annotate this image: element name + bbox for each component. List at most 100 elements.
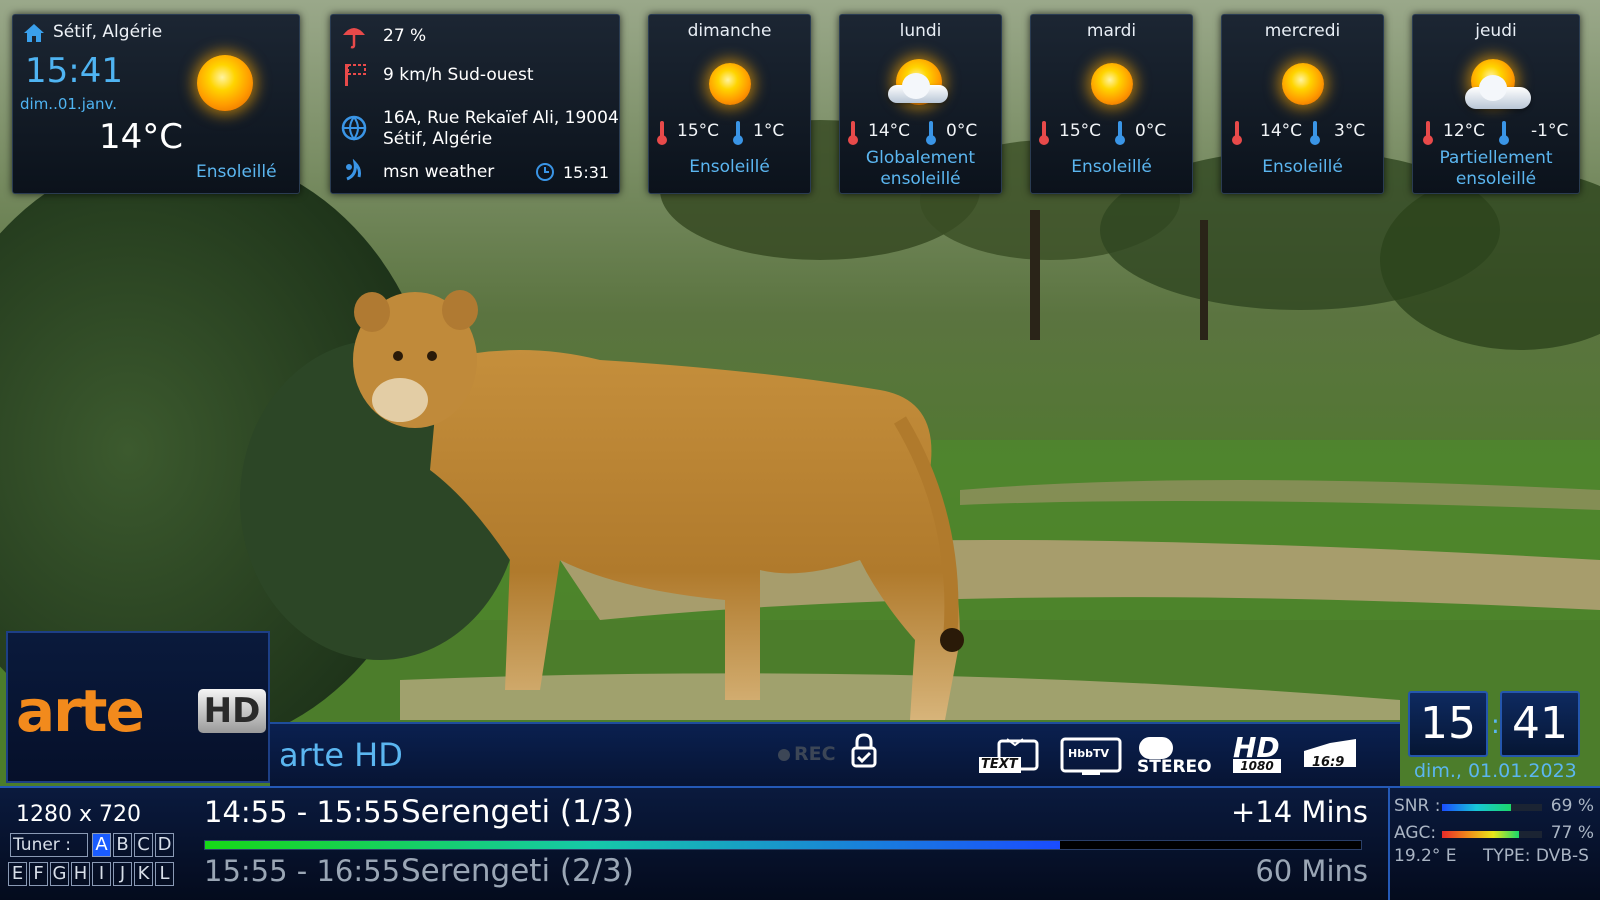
- tuner-a: A: [92, 833, 111, 857]
- hbbtv-icon: HbbTV: [1060, 737, 1122, 777]
- snr-value: 69 %: [1550, 796, 1594, 816]
- hd-1080-icon: HD 1080: [1229, 731, 1285, 777]
- tuner-l: L: [155, 862, 174, 886]
- teletext-label: TEXT: [981, 757, 1018, 772]
- current-weather-panel: Sétif, Algérie 15:41 dim..01.janv. 14°C …: [12, 14, 300, 194]
- wind-value: 9 km/h Sud-ouest: [383, 65, 534, 85]
- wind-flag-icon: [343, 62, 367, 92]
- forecast-high: 14°C: [1260, 121, 1303, 141]
- location-label: Sétif, Algérie: [53, 22, 163, 42]
- address-line-2: Sétif, Algérie: [383, 129, 493, 149]
- forecast-low: 1°C: [753, 121, 785, 141]
- forecast-day: mercredi 14°C 3°C Ensoleillé: [1221, 14, 1384, 194]
- agc-label: AGC:: [1394, 823, 1437, 843]
- snr-label: SNR :: [1394, 796, 1441, 816]
- address-line-1: 16A, Rue Rekaïef Ali, 19004: [383, 108, 619, 128]
- current-condition: Ensoleillé: [196, 162, 277, 182]
- forecast-day: dimanche 15°C 1°C Ensoleillé: [648, 14, 811, 194]
- channel-logo: arte HD: [6, 631, 270, 783]
- tuner-c: C: [134, 833, 153, 857]
- snr-meter-fill: [1442, 804, 1511, 811]
- thermometer-high-icon: [1232, 121, 1242, 145]
- current-date: dim..01.janv.: [20, 95, 118, 113]
- hbbtv-label: HbbTV: [1068, 747, 1109, 760]
- orbital-position: 19.2° E: [1394, 846, 1457, 866]
- thermometer-high-icon: [657, 121, 667, 145]
- tuner-h: H: [71, 862, 90, 886]
- forecast-high: 14°C: [868, 121, 911, 141]
- cloud-icon: [888, 73, 948, 103]
- channel-name: arte HD: [279, 736, 403, 774]
- forecast-low: -1°C: [1531, 121, 1569, 141]
- updated-time: 15:31: [563, 163, 610, 182]
- video-resolution: 1280 x 720: [16, 802, 141, 827]
- agc-value: 77 %: [1550, 823, 1594, 843]
- home-icon: [23, 23, 45, 43]
- forecast-condition: Globalement ensoleillé: [865, 148, 976, 189]
- next-time: 15:55 - 16:55: [204, 854, 401, 888]
- channel-logo-text: arte: [16, 677, 145, 745]
- umbrella-icon: [341, 23, 367, 53]
- tuner-j: J: [113, 862, 132, 886]
- aspect-ratio-icon: 16:9: [1300, 737, 1360, 777]
- cloud-icon: [1465, 75, 1531, 109]
- thermometer-low-icon: [733, 121, 743, 145]
- forecast-day-name: dimanche: [687, 21, 772, 41]
- signal-panel: SNR : 69 % AGC: 77 % 19.2° E TYPE: DVB-S: [1388, 788, 1600, 900]
- forecast-condition: Partiellement ensoleillé: [1439, 148, 1553, 189]
- clock-date: dim., 01.01.2023: [1414, 760, 1577, 782]
- tuner-b: B: [113, 833, 132, 857]
- provider-label: msn weather: [383, 162, 495, 182]
- tuner-e: E: [8, 862, 27, 886]
- aspect-ratio-label: 16:9: [1312, 755, 1345, 770]
- forecast-low: 3°C: [1334, 121, 1366, 141]
- epg-panel: 1280 x 720 Tuner : A B C D E F G H I J K…: [0, 786, 1600, 900]
- forecast-low: 0°C: [1135, 121, 1167, 141]
- forecast-condition: Ensoleillé: [1262, 157, 1343, 177]
- hd-resolution-label: 1080: [1233, 759, 1281, 773]
- forecast-day: lundi 14°C 0°C Globalement ensoleillé: [839, 14, 1002, 194]
- progress-track: [204, 840, 1362, 850]
- clock-separator: :: [1491, 710, 1500, 740]
- agc-meter-fill: [1442, 831, 1519, 838]
- thermometer-low-icon: [1499, 121, 1509, 145]
- thermometer-high-icon: [1423, 121, 1433, 145]
- rec-label: REC: [794, 743, 836, 765]
- forecast-high: 12°C: [1443, 121, 1486, 141]
- forecast-high: 15°C: [1059, 121, 1102, 141]
- thermometer-high-icon: [848, 121, 858, 145]
- forecast-condition: Ensoleillé: [1071, 157, 1152, 177]
- globe-icon: [341, 115, 367, 145]
- forecast-condition: Ensoleillé: [689, 157, 770, 177]
- snr-meter: [1442, 804, 1542, 811]
- lock-icon: [850, 732, 878, 774]
- thermometer-high-icon: [1039, 121, 1049, 145]
- tuner-label: Tuner :: [10, 833, 88, 857]
- tuner-i: I: [92, 862, 111, 886]
- tuner-d: D: [155, 833, 174, 857]
- sun-icon: [197, 55, 253, 111]
- weather-details-panel: 27 % 9 km/h Sud-ouest 16A, Rue Rekaïef A…: [330, 14, 620, 194]
- signal-type: TYPE: DVB-S: [1483, 846, 1589, 866]
- now-remaining: +14 Mins: [1231, 795, 1368, 829]
- tuner-g: G: [50, 862, 69, 886]
- current-temperature: 14°C: [99, 117, 184, 157]
- now-time: 14:55 - 15:55: [204, 795, 401, 829]
- clock-minutes: 41: [1500, 691, 1580, 757]
- agc-meter: [1442, 831, 1542, 838]
- humidity-value: 27 %: [383, 26, 427, 46]
- next-title: Serengeti (2/3): [401, 853, 634, 889]
- forecast-low: 0°C: [946, 121, 978, 141]
- clock-hours: 15: [1408, 691, 1488, 757]
- forecast-day-name: mardi: [1086, 21, 1137, 41]
- progress-fill: [205, 841, 1061, 849]
- current-time: 15:41: [25, 51, 123, 91]
- thermometer-low-icon: [1115, 121, 1125, 145]
- sun-icon: [709, 63, 751, 105]
- forecast-day: mardi 15°C 0°C Ensoleillé: [1030, 14, 1193, 194]
- forecast-day-name: mercredi: [1264, 21, 1341, 41]
- forecast-day: jeudi 12°C -1°C Partiellement ensoleillé: [1412, 14, 1580, 194]
- forecast-day-name: lundi: [899, 21, 942, 41]
- now-title: Serengeti (1/3): [401, 794, 634, 830]
- clock-icon: [535, 162, 555, 186]
